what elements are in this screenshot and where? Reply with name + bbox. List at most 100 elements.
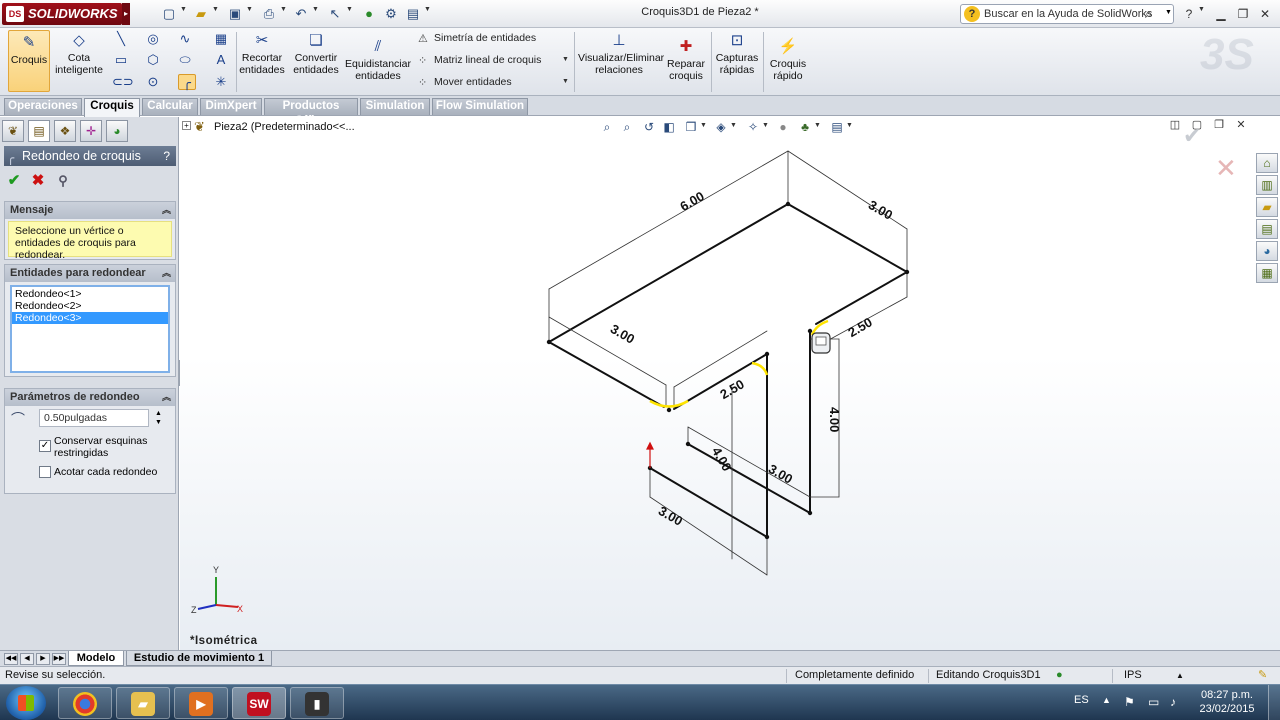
power-icon[interactable]: ▭ (1148, 695, 1159, 709)
taskbar-explorer[interactable]: ▰ (116, 687, 170, 719)
open-icon[interactable]: ▰ (192, 5, 210, 23)
chevron-down-icon[interactable]: ▼ (246, 6, 253, 13)
tab-calcular[interactable]: Calcular (142, 98, 198, 115)
search-icon[interactable]: ⌕ (1145, 6, 1152, 22)
minimize-icon[interactable]: ▁ (1212, 6, 1230, 22)
slot-icon[interactable]: ⊂⊃ (112, 74, 134, 90)
convert-entities-button[interactable]: ❏ Convertir entidades (290, 32, 342, 76)
select-icon[interactable]: ↖ (326, 5, 344, 23)
feature-tree-icon[interactable]: ❦ (2, 120, 24, 142)
message-header[interactable]: Mensaje ︽ (5, 202, 175, 219)
sketch-point[interactable] (807, 328, 813, 334)
property-manager-icon[interactable]: ▤ (28, 120, 50, 142)
graphics-viewport[interactable]: + ❦ Pieza2 (Predeterminado<<... ⌕ ⌕ ↺ ◧ … (180, 117, 1280, 650)
options-icon[interactable]: ⚙ (382, 5, 400, 23)
chevron-down-icon[interactable]: ▼ (346, 6, 353, 13)
repair-sketch-button[interactable]: ✚ Reparar croquis (664, 38, 708, 82)
question-icon[interactable]: ? (1180, 6, 1198, 22)
chevron-down-icon[interactable]: ▼ (562, 56, 569, 63)
tab-flow-simulation[interactable]: Flow Simulation (432, 98, 528, 115)
last-tab-icon[interactable]: ▶▶ (52, 653, 66, 665)
sketch-point[interactable] (666, 407, 672, 413)
point-icon[interactable]: ⊙ (144, 74, 162, 90)
tab-estudio-movimiento[interactable]: Estudio de movimiento 1 (126, 651, 272, 666)
circle-icon[interactable]: ◎ (144, 31, 162, 47)
dimension-text[interactable]: 3.00 (766, 461, 795, 487)
chevron-down-icon[interactable]: ▼ (312, 6, 319, 13)
sketch-line[interactable] (548, 341, 665, 408)
centerline-icon[interactable]: ✳ (212, 74, 230, 90)
dimension-text[interactable]: 3.00 (608, 321, 637, 347)
chevron-down-icon[interactable]: ▼ (562, 78, 569, 85)
help-search-input[interactable]: ? Buscar en la Ayuda de SolidWorks ⌕ ▼ (960, 4, 1174, 24)
collapse-chevron-icon[interactable]: ︽ (162, 389, 171, 406)
rebuild-icon[interactable]: ● (1056, 667, 1063, 684)
prev-tab-icon[interactable]: ◀ (20, 653, 34, 665)
trim-entities-button[interactable]: ✂ Recortar entidades (238, 32, 286, 76)
fillet-arc[interactable] (751, 361, 769, 376)
tray-expand-icon[interactable]: ▲ (1102, 695, 1111, 705)
ellipse-icon[interactable]: ⬭ (176, 52, 194, 68)
keep-constrained-checkbox[interactable]: ✓ (39, 440, 51, 452)
taskbar-media-player[interactable]: ▶ (174, 687, 228, 719)
sketch-point[interactable] (764, 534, 770, 540)
tab-croquis[interactable]: Croquis (84, 98, 140, 117)
pm-help-icon[interactable]: ? (163, 146, 170, 166)
taskbar-chrome[interactable] (58, 687, 112, 719)
show-desktop-button[interactable] (1268, 685, 1280, 720)
language-indicator[interactable]: ES (1074, 694, 1089, 706)
new-document-icon[interactable]: ▢ (160, 5, 178, 23)
chevron-down-icon[interactable]: ▼ (280, 6, 287, 13)
close-icon[interactable]: ✕ (1256, 6, 1274, 22)
save-icon[interactable]: ▣ (226, 5, 244, 23)
tab-productos-office[interactable]: Productos Office (264, 98, 358, 127)
sketch-line[interactable] (548, 203, 789, 343)
ok-check-icon[interactable]: ✔ (5, 172, 23, 190)
chevron-down-icon[interactable]: ▼ (212, 6, 219, 13)
file-properties-icon[interactable]: ▤ (404, 5, 422, 23)
smart-dimension-button[interactable]: ◇ Cota inteligente (54, 32, 104, 76)
quick-snaps-button[interactable]: ⊡ Capturas rápidas (714, 32, 760, 76)
spline-icon[interactable]: ∿ (176, 31, 194, 47)
sketch-point[interactable] (685, 441, 691, 447)
sketch-point[interactable] (764, 351, 770, 357)
pushpin-icon[interactable]: ⚲ (54, 172, 72, 190)
cancel-x-icon[interactable]: ✖ (29, 172, 47, 190)
fillet-entities-list[interactable]: Redondeo<1> Redondeo<2> Redondeo<3> (10, 285, 170, 373)
maximize-icon[interactable]: ❐ (1234, 6, 1252, 22)
chevron-down-icon[interactable]: ▼ (180, 6, 187, 13)
solidworks-logo[interactable]: DS SOLIDWORKS (2, 3, 122, 25)
dimension-text[interactable]: 3.00 (656, 503, 685, 529)
design-library-icon[interactable]: ▥ (1256, 175, 1278, 195)
collapse-chevron-icon[interactable]: ︽ (162, 265, 171, 282)
parameters-header[interactable]: Parámetros de redondeo ︽ (5, 389, 175, 406)
dimension-text[interactable]: 2.50 (845, 314, 874, 340)
dimension-text[interactable]: 4.00 (827, 407, 842, 432)
text-icon[interactable]: A (212, 52, 230, 68)
display-relations-button[interactable]: ⊥ Visualizar/Eliminar relaciones (578, 32, 664, 76)
line-icon[interactable]: ╲ (112, 31, 130, 47)
taskbar-solidworks[interactable]: SW (232, 687, 286, 719)
display-manager-icon[interactable]: ◕ (106, 120, 128, 142)
chevron-down-icon[interactable]: ▼ (1165, 9, 1172, 16)
polygon-icon[interactable]: ⬡ (144, 52, 162, 68)
clock[interactable]: 08:27 p.m. 23/02/2015 (1192, 688, 1262, 716)
traffic-light-icon[interactable]: ● (360, 5, 378, 23)
first-tab-icon[interactable]: ◀◀ (4, 653, 18, 665)
status-units[interactable]: IPS (1124, 667, 1142, 684)
tab-modelo[interactable]: Modelo (68, 651, 124, 666)
sketch-fillet-icon[interactable]: ╭ (178, 74, 196, 90)
radius-input[interactable]: 0.50pulgadas (39, 409, 149, 427)
chevron-down-icon[interactable]: ▼ (424, 6, 431, 13)
view-palette-icon[interactable]: ▤ (1256, 219, 1278, 239)
tab-simulation[interactable]: Simulation (360, 98, 430, 115)
custom-properties-icon[interactable]: ▦ (1256, 263, 1278, 283)
dimension-each-checkbox[interactable] (39, 466, 51, 478)
next-tab-icon[interactable]: ▶ (36, 653, 50, 665)
chevron-up-icon[interactable]: ▲ (1176, 667, 1184, 684)
tooltip-icon[interactable]: ✎ (1258, 667, 1267, 684)
sketch-point[interactable] (807, 510, 813, 516)
tab-dimxpert[interactable]: DimXpert (200, 98, 262, 115)
sketch-point[interactable] (785, 201, 791, 207)
plane-icon[interactable]: ▦ (212, 31, 230, 47)
